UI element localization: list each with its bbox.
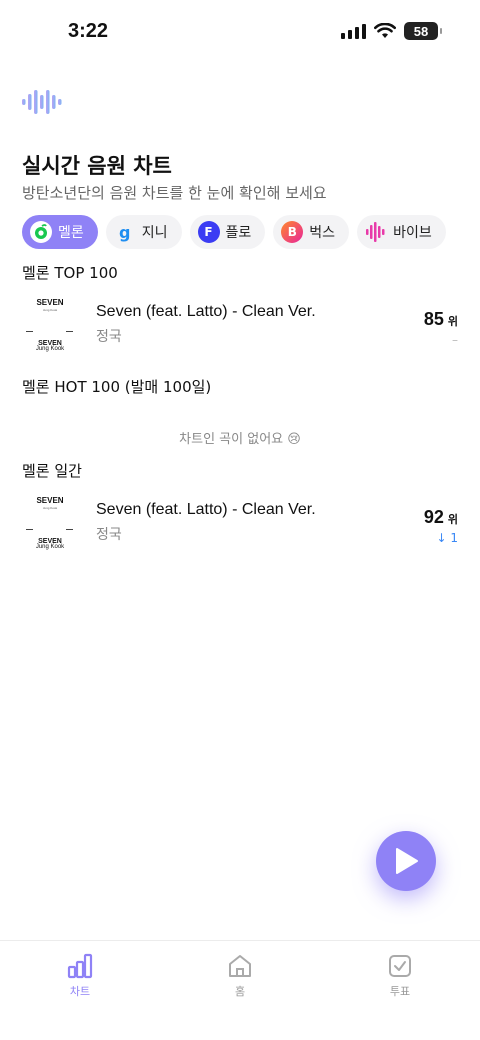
chip-label: 플로 (225, 225, 252, 241)
rank-number: 85 (423, 309, 444, 329)
rank-unit: 위 (447, 315, 458, 328)
genie-icon: g (119, 222, 131, 242)
album-art-artist-2: Jung Kook (36, 346, 65, 352)
page-title: 실시간 음원 차트 (22, 154, 172, 178)
vote-icon (389, 955, 411, 977)
vibe-icon (365, 221, 387, 243)
chip-label: 지니 (141, 225, 168, 241)
empty-chart-message: 차트인 곡이 없어요 😢 (179, 432, 301, 447)
chip-flo[interactable]: F 플로 (189, 215, 266, 249)
status-icons: 58 (341, 22, 442, 40)
song-artist: 정국 (96, 329, 122, 345)
wifi-icon (374, 23, 396, 38)
tab-home[interactable]: 홈 (200, 953, 280, 999)
song-artist: 정국 (96, 527, 122, 543)
chart-service-tabs: 멜론 g 지니 F 플로 B 벅스 바이브 (22, 215, 446, 249)
album-art-artist: Jung Kook (43, 506, 58, 510)
tab-vote[interactable]: 투표 (360, 953, 440, 999)
section-title-melon-daily: 멜론 일간 (22, 462, 82, 480)
song-title: Seven (feat. Latto) - Clean Ver. (96, 501, 316, 518)
album-art-title: SEVEN (36, 298, 63, 307)
section-title-melon-hot100: 멜론 HOT 100 (발매 100일) (22, 378, 212, 396)
flo-icon: F (197, 221, 220, 243)
chip-label: 바이브 (393, 225, 432, 241)
song-row[interactable]: SEVEN Jung Kook SEVEN Jung Kook Seven (f… (22, 293, 458, 355)
play-button[interactable] (376, 831, 436, 891)
status-bar: 3:22 58 (0, 0, 480, 64)
section-title-melon-top100: 멜론 TOP 100 (22, 264, 118, 282)
album-art: SEVEN Jung Kook SEVEN Jung Kook (22, 293, 78, 353)
album-art: SEVEN Jung Kook SEVEN Jung Kook (22, 491, 78, 551)
tab-label: 차트 (69, 985, 91, 998)
album-art-title: SEVEN (36, 496, 63, 505)
play-icon (396, 848, 418, 874)
rank-number: 92 (423, 507, 444, 527)
album-art-artist-2: Jung Kook (36, 544, 65, 550)
bottom-tab-bar: 차트 홈 투표 (0, 940, 480, 1040)
tab-chart[interactable]: 차트 (40, 953, 120, 999)
bugs-icon: B (281, 221, 304, 243)
battery-icon: 58 (404, 22, 442, 40)
melon-icon (30, 221, 52, 243)
home-icon (229, 955, 251, 977)
chip-label: 멜론 (58, 225, 84, 241)
chip-vibe[interactable]: 바이브 (357, 215, 446, 249)
app-logo-icon (22, 90, 62, 114)
chip-bugs[interactable]: B 벅스 (273, 215, 350, 249)
status-time: 3:22 (68, 20, 109, 42)
album-art-artist: Jung Kook (43, 308, 58, 312)
song-title: Seven (feat. Latto) - Clean Ver. (96, 303, 316, 320)
song-row[interactable]: SEVEN Jung Kook SEVEN Jung Kook Seven (f… (22, 491, 458, 553)
rank-unit: 위 (447, 513, 458, 526)
chip-label: 벅스 (309, 225, 336, 241)
cellular-signal-icon (341, 23, 366, 39)
page-subtitle: 방탄소년단의 음원 차트를 한 눈에 확인해 보세요 (22, 184, 327, 202)
chart-icon (67, 953, 93, 979)
rank: 85 위 (424, 309, 458, 330)
rank-change: – (452, 333, 458, 347)
rank: 92 위 (424, 507, 458, 528)
tab-label: 홈 (234, 985, 246, 998)
rank-change: ↓ 1 (436, 531, 458, 545)
tab-label: 투표 (389, 985, 411, 998)
chip-genie[interactable]: g 지니 (105, 215, 182, 249)
chip-melon[interactable]: 멜론 (22, 215, 98, 249)
